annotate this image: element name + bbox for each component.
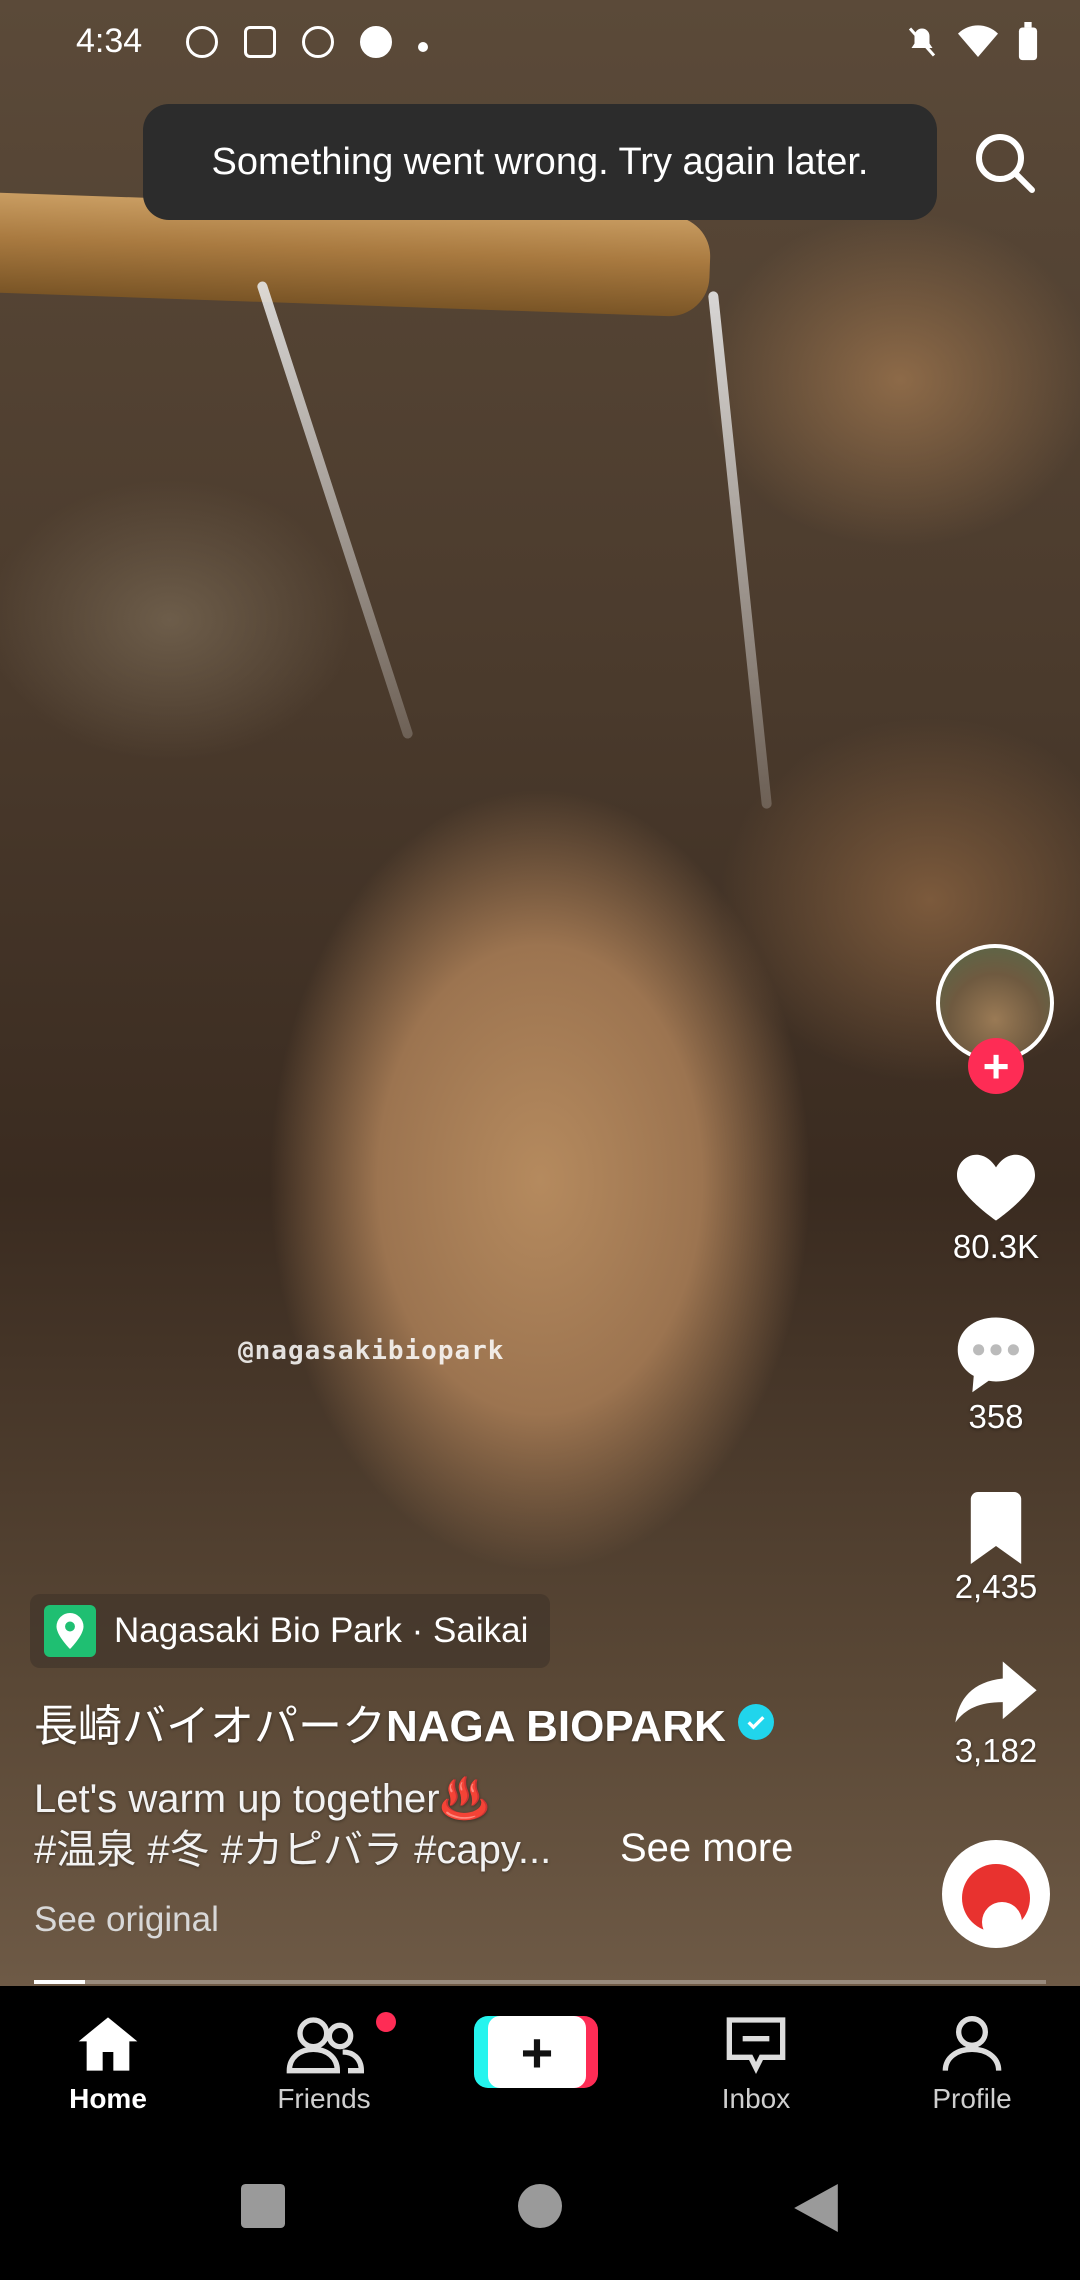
search-icon — [976, 134, 1035, 193]
share-icon — [955, 1661, 1037, 1723]
friends-icon — [286, 2017, 365, 2074]
comment-count: 358 — [968, 1398, 1024, 1435]
back-button[interactable] — [794, 2184, 838, 2237]
system-nav-bar — [0, 2138, 1080, 2280]
comment-button[interactable]: 358 — [936, 1314, 1056, 1436]
share-button[interactable]: 3,182 — [936, 1656, 1056, 1770]
wifi-icon — [958, 25, 998, 57]
verified-badge-icon — [737, 1704, 774, 1740]
water-stream-decor — [256, 280, 414, 740]
video-watermark: @nagasakibiopark — [238, 1336, 505, 1366]
bookmark-button[interactable]: 2,435 — [936, 1492, 1056, 1606]
sound-disc-icon — [952, 1850, 1040, 1940]
circle-icon — [518, 2184, 562, 2228]
water-stream-decor — [707, 290, 773, 810]
nav-home-label: Home — [69, 2083, 147, 2114]
inbox-icon — [726, 2017, 786, 2074]
more-notifications-icon — [418, 42, 428, 52]
plus-icon: + — [488, 2016, 586, 2088]
follow-button[interactable]: + — [968, 1038, 1024, 1094]
music-disc-button[interactable] — [942, 1840, 1050, 1948]
create-button[interactable]: + — [474, 2016, 598, 2088]
bookmark-icon — [970, 1492, 1022, 1564]
toast-message: Something went wrong. Try again later. — [211, 140, 869, 183]
location-tag[interactable]: Nagasaki Bio Park · Saikai — [30, 1594, 551, 1668]
square-icon — [241, 2184, 285, 2228]
nav-inbox[interactable]: Inbox — [681, 2014, 831, 2115]
recents-button[interactable] — [241, 2184, 285, 2233]
status-icons-left — [186, 26, 428, 58]
nav-inbox-label: Inbox — [721, 2083, 791, 2114]
error-toast: Something went wrong. Try again later. — [143, 104, 937, 220]
nav-home[interactable]: Home — [33, 2014, 183, 2115]
video-player[interactable]: @nagasakibiopark — [0, 0, 1080, 1986]
home-system-button[interactable] — [518, 2184, 562, 2233]
video-progress-fill — [34, 1980, 85, 1984]
app-notification-icon — [360, 26, 392, 58]
nav-friends-label: Friends — [277, 2083, 371, 2114]
creator-name[interactable]: 長崎バイオパークNAGA BIOPARK — [34, 1690, 774, 1754]
back-triangle-icon — [794, 2184, 838, 2232]
bookmark-count: 2,435 — [954, 1568, 1038, 1605]
nav-profile-label: Profile — [932, 2083, 1012, 2114]
mute-bell-icon — [908, 27, 936, 57]
heart-icon — [957, 1154, 1035, 1221]
video-progress-bar[interactable] — [34, 1980, 1046, 1984]
like-count: 80.3K — [952, 1228, 1040, 1265]
app-notification-icon — [302, 26, 334, 58]
nav-profile[interactable]: Profile — [897, 2014, 1047, 2115]
battery-icon — [1018, 22, 1038, 61]
like-button[interactable]: 80.3K — [936, 1148, 1056, 1266]
app-notification-icon — [244, 26, 276, 58]
status-bar: 4:34 — [0, 0, 1080, 90]
comment-icon — [957, 1317, 1035, 1393]
location-pin-icon — [44, 1605, 96, 1657]
see-more-link[interactable]: See more — [620, 1826, 793, 1871]
see-original-link[interactable]: See original — [34, 1900, 219, 1940]
caption-line-1: Let's warm up together♨️ — [34, 1777, 490, 1821]
creator-name-jp: 長崎バイオパーク — [34, 1702, 386, 1751]
status-icons-right — [904, 22, 1040, 62]
share-count: 3,182 — [954, 1732, 1038, 1769]
search-button[interactable] — [970, 128, 1040, 198]
nav-friends[interactable]: Friends — [249, 2012, 399, 2115]
record-icon — [186, 26, 218, 58]
status-time: 4:34 — [76, 22, 143, 60]
home-icon — [78, 2017, 138, 2071]
bottom-nav: Home Friends + Inbox Profile — [0, 1988, 1080, 2138]
creator-name-en: NAGA BIOPARK — [386, 1702, 726, 1751]
profile-icon — [942, 2016, 1002, 2071]
location-label: Nagasaki Bio Park · Saikai — [114, 1611, 529, 1650]
notification-dot — [376, 2012, 396, 2032]
